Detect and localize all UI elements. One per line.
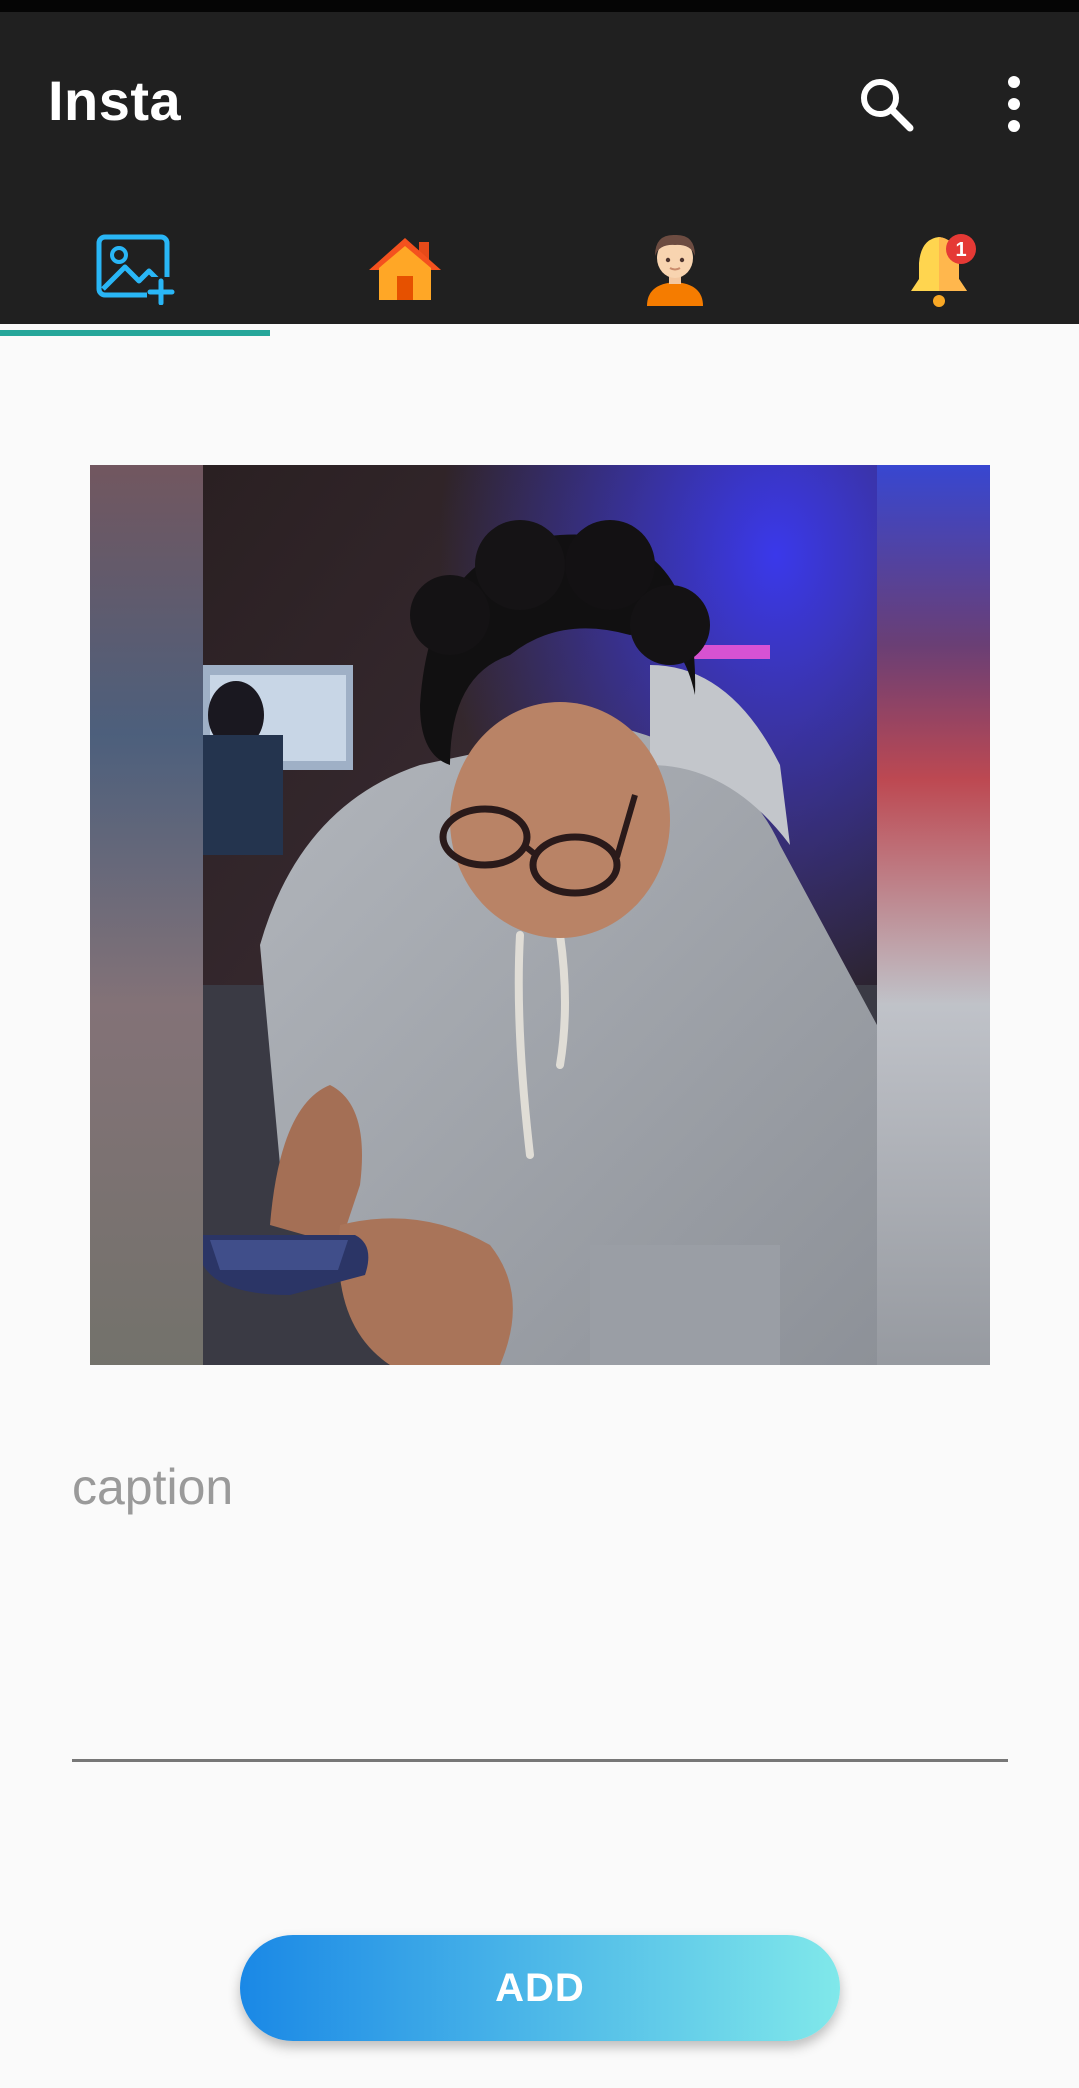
selected-photo-preview[interactable]	[90, 465, 990, 1365]
tab-home[interactable]	[270, 202, 540, 336]
caption-field[interactable]	[72, 1440, 1008, 1762]
caption-underline	[72, 1759, 1008, 1762]
more-options-button[interactable]	[974, 64, 1054, 144]
more-vertical-icon	[1008, 76, 1020, 132]
tab-selected-indicator	[0, 330, 270, 336]
tab-add-post[interactable]	[0, 202, 270, 336]
add-photo-icon	[96, 234, 175, 305]
app-bar: Insta 1	[0, 12, 1079, 336]
bell-icon: 1	[911, 234, 976, 307]
profile-avatar-icon	[647, 234, 703, 306]
tab-profile[interactable]	[540, 202, 810, 336]
app-title: Insta	[48, 69, 182, 132]
caption-input[interactable]	[72, 1440, 1008, 1756]
tab-notifications[interactable]: 1	[810, 202, 1079, 336]
home-icon	[369, 238, 441, 300]
search-button[interactable]	[846, 64, 926, 144]
add-button[interactable]: ADD	[240, 1935, 840, 2041]
notification-badge: 1	[955, 239, 966, 261]
status-bar	[0, 0, 1079, 12]
search-icon	[861, 79, 914, 132]
photo-image	[90, 465, 990, 1365]
tab-bar: 1	[0, 202, 1079, 336]
